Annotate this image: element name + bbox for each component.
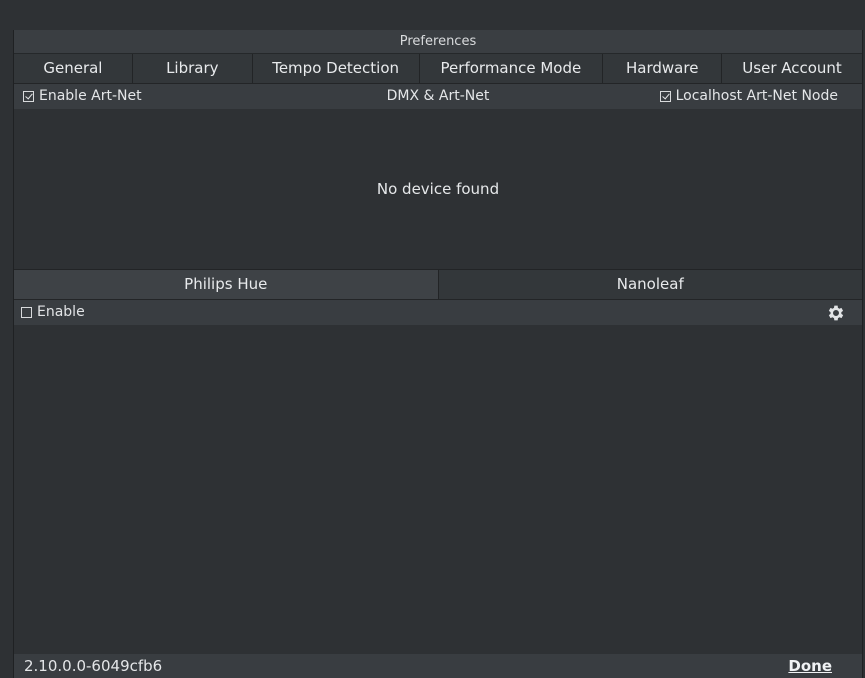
checkbox-checked-icon — [659, 91, 671, 102]
tab-performance-mode[interactable]: Performance Mode — [420, 54, 604, 83]
dmx-device-list: No device found — [14, 109, 862, 270]
empty-device-message: No device found — [376, 180, 500, 198]
dmx-artnet-bar: DMX & Art-Net Enable Art-Net Localhost A… — [14, 84, 862, 109]
done-button[interactable]: Done — [788, 654, 832, 678]
gear-icon[interactable] — [826, 303, 846, 323]
tab-user-account[interactable]: User Account — [722, 54, 862, 83]
hue-enable-label: Enable — [37, 304, 85, 320]
preferences-window: Preferences General Library Tempo Detect… — [13, 30, 863, 678]
hue-device-area — [14, 325, 862, 655]
checkbox-unchecked-icon — [21, 307, 32, 318]
tab-tempo-detection[interactable]: Tempo Detection — [253, 54, 420, 83]
hue-enable-bar: Enable — [14, 300, 862, 325]
checkbox-checked-icon — [23, 91, 34, 102]
lighting-tabs: Philips Hue Nanoleaf — [14, 270, 862, 300]
preferences-tabs: General Library Tempo Detection Performa… — [14, 54, 862, 84]
enable-artnet-label: Enable Art-Net — [39, 88, 142, 104]
tab-library[interactable]: Library — [133, 54, 253, 83]
hue-enable-checkbox[interactable]: Enable — [21, 300, 85, 325]
footer-bar: 2.10.0.0-6049cfb6 Done — [14, 654, 862, 678]
tab-hardware[interactable]: Hardware — [603, 54, 723, 83]
tab-nanoleaf[interactable]: Nanoleaf — [438, 270, 862, 299]
tab-philips-hue[interactable]: Philips Hue — [14, 270, 439, 299]
window-title: Preferences — [14, 30, 862, 54]
localhost-artnet-node-checkbox[interactable]: Localhost Art-Net Node — [659, 84, 838, 109]
tab-general[interactable]: General — [14, 54, 133, 83]
enable-artnet-checkbox[interactable]: Enable Art-Net — [23, 84, 142, 109]
localhost-artnet-node-label: Localhost Art-Net Node — [675, 88, 838, 104]
version-label: 2.10.0.0-6049cfb6 — [24, 657, 163, 675]
